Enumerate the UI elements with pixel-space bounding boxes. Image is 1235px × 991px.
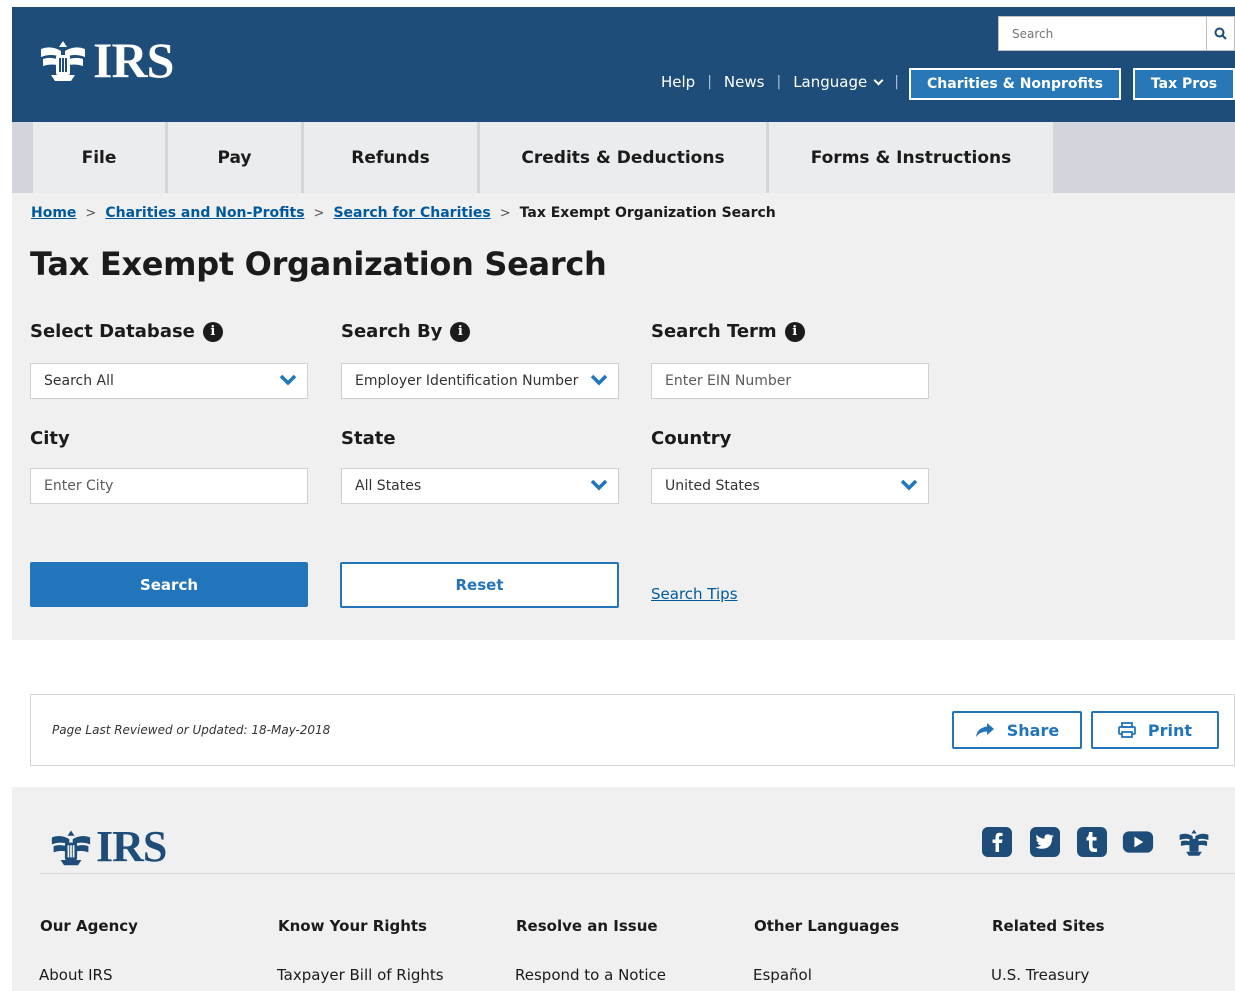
news-link[interactable]: News bbox=[724, 73, 765, 91]
nav-item-refunds[interactable]: Refunds bbox=[304, 122, 477, 193]
print-button[interactable]: Print bbox=[1091, 711, 1219, 749]
info-icon[interactable]: i bbox=[784, 321, 805, 342]
state-label: State bbox=[341, 428, 396, 449]
footer-heading-our-agency: Our Agency bbox=[40, 917, 138, 935]
language-menu[interactable]: Language bbox=[793, 73, 884, 91]
irs-eagle-icon bbox=[41, 41, 85, 81]
footer-link-about-irs[interactable]: About IRS bbox=[39, 966, 112, 984]
footer-heading-know-your-rights: Know Your Rights bbox=[278, 917, 427, 935]
city-label: City bbox=[30, 428, 70, 449]
charities-nonprofits-button[interactable]: Charities & Nonprofits bbox=[909, 68, 1121, 100]
chevron-right-icon: > bbox=[313, 205, 325, 221]
tumblr-icon[interactable] bbox=[1076, 826, 1108, 858]
select-database-label-text: Select Database bbox=[30, 321, 195, 342]
logo-text: IRS bbox=[93, 32, 174, 88]
search-by-value: Employer Identification Number bbox=[355, 373, 579, 389]
info-icon[interactable]: i bbox=[450, 321, 471, 342]
page-title: Tax Exempt Organization Search bbox=[30, 245, 607, 283]
page-review-bar: Page Last Reviewed or Updated: 18-May-20… bbox=[30, 694, 1235, 766]
youtube-icon[interactable] bbox=[1122, 826, 1154, 858]
nav-item-file[interactable]: File bbox=[33, 122, 165, 193]
irs-logo[interactable]: IRS bbox=[37, 31, 174, 89]
breadcrumb: Home > Charities and Non-Profits > Searc… bbox=[31, 205, 776, 221]
footer-link-espanol[interactable]: Español bbox=[753, 966, 812, 984]
footer-heading-other-languages: Other Languages bbox=[754, 917, 900, 935]
site-footer: IRS Our Agency Know Your Rights Resolve … bbox=[12, 787, 1235, 991]
footer-logo-text: IRS bbox=[96, 822, 167, 871]
search-term-label-text: Search Term bbox=[651, 321, 777, 342]
chevron-right-icon: > bbox=[499, 205, 511, 221]
search-icon bbox=[1214, 27, 1227, 40]
country-value: United States bbox=[665, 478, 760, 494]
search-tips-link[interactable]: Search Tips bbox=[651, 585, 738, 603]
chevron-down-icon bbox=[590, 479, 608, 491]
utility-nav: Help | News | Language | bbox=[661, 73, 911, 91]
select-database-label: Select Database i bbox=[30, 321, 223, 342]
breadcrumb-search-charities[interactable]: Search for Charities bbox=[333, 205, 490, 221]
footer-irs-logo[interactable]: IRS bbox=[48, 821, 167, 872]
country-dropdown[interactable]: United States bbox=[651, 468, 929, 504]
footer-link-us-treasury[interactable]: U.S. Treasury bbox=[991, 966, 1089, 984]
nav-item-pay[interactable]: Pay bbox=[168, 122, 301, 193]
facebook-icon[interactable] bbox=[981, 826, 1013, 858]
chevron-down-icon bbox=[590, 374, 608, 386]
site-search bbox=[998, 16, 1235, 51]
nav-item-forms-instructions[interactable]: Forms & Instructions bbox=[769, 122, 1053, 193]
breadcrumb-current: Tax Exempt Organization Search bbox=[519, 205, 776, 221]
footer-divider bbox=[40, 873, 1235, 874]
search-by-label-text: Search By bbox=[341, 321, 443, 342]
reset-button[interactable]: Reset bbox=[340, 562, 619, 608]
search-term-input[interactable]: Enter EIN Number bbox=[651, 363, 929, 399]
search-term-label: Search Term i bbox=[651, 321, 805, 342]
breadcrumb-charities[interactable]: Charities and Non-Profits bbox=[105, 205, 304, 221]
select-database-dropdown[interactable]: Search All bbox=[30, 363, 308, 399]
city-input[interactable]: Enter City bbox=[30, 468, 308, 504]
tax-pros-button[interactable]: Tax Pros bbox=[1133, 68, 1235, 100]
share-button[interactable]: Share bbox=[952, 711, 1082, 749]
search-button[interactable]: Search bbox=[30, 562, 308, 607]
country-label: Country bbox=[651, 428, 732, 449]
main-nav: File Pay Refunds Credits & Deductions Fo… bbox=[12, 122, 1235, 193]
chevron-down-icon bbox=[279, 374, 297, 386]
last-reviewed-text: Page Last Reviewed or Updated: 18-May-20… bbox=[52, 723, 331, 737]
site-header: IRS Help | News | Language | Charities &… bbox=[12, 7, 1235, 122]
main-content: Home > Charities and Non-Profits > Searc… bbox=[12, 193, 1235, 640]
state-value: All States bbox=[355, 478, 422, 494]
state-dropdown[interactable]: All States bbox=[341, 468, 619, 504]
help-link[interactable]: Help bbox=[661, 73, 695, 91]
search-by-dropdown[interactable]: Employer Identification Number bbox=[341, 363, 619, 399]
footer-link-taxpayer-bill[interactable]: Taxpayer Bill of Rights bbox=[277, 966, 444, 984]
search-term-placeholder: Enter EIN Number bbox=[665, 373, 792, 389]
chevron-right-icon: > bbox=[85, 205, 97, 221]
print-label: Print bbox=[1147, 720, 1193, 740]
footer-heading-resolve-issue: Resolve an Issue bbox=[516, 917, 658, 935]
breadcrumb-home[interactable]: Home bbox=[31, 205, 76, 221]
select-database-value: Search All bbox=[44, 373, 114, 389]
search-submit-button[interactable] bbox=[1206, 17, 1234, 50]
search-input[interactable] bbox=[999, 17, 1206, 50]
city-placeholder: Enter City bbox=[44, 478, 114, 494]
divider: | bbox=[776, 74, 782, 90]
language-label: Language bbox=[793, 73, 868, 91]
chevron-down-icon bbox=[873, 75, 884, 86]
info-icon[interactable]: i bbox=[202, 321, 223, 342]
footer-heading-related-sites: Related Sites bbox=[992, 917, 1105, 935]
share-icon bbox=[975, 723, 994, 737]
chevron-down-icon bbox=[900, 479, 918, 491]
irs-eagle-icon[interactable] bbox=[1177, 826, 1211, 858]
footer-link-respond-notice[interactable]: Respond to a Notice bbox=[515, 966, 666, 984]
divider: | bbox=[894, 74, 899, 90]
irs-eagle-icon bbox=[51, 829, 91, 865]
search-by-label: Search By i bbox=[341, 321, 471, 342]
divider: | bbox=[707, 74, 712, 90]
twitter-icon[interactable] bbox=[1029, 826, 1061, 858]
printer-icon bbox=[1118, 722, 1136, 738]
nav-item-credits-deductions[interactable]: Credits & Deductions bbox=[480, 122, 766, 193]
share-label: Share bbox=[1006, 720, 1060, 740]
